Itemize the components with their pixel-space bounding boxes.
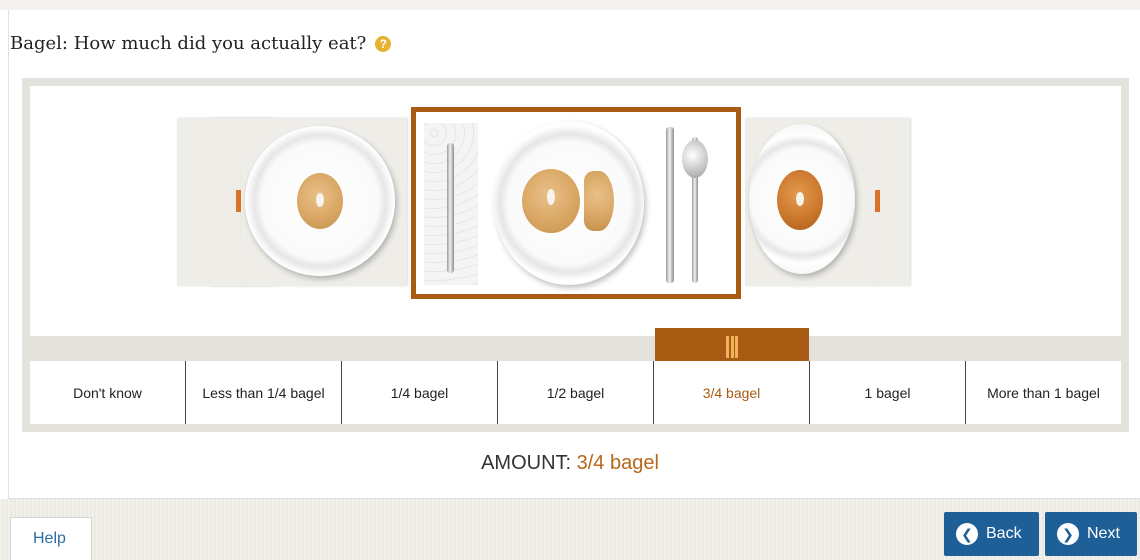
- napkin-image: [424, 123, 478, 285]
- top-strip: [0, 0, 1140, 10]
- option-more-than-one[interactable]: More than 1 bagel: [966, 361, 1121, 424]
- back-button[interactable]: ❮ Back: [944, 512, 1039, 556]
- option-quarter[interactable]: 1/4 bagel: [342, 361, 498, 424]
- back-label: Back: [986, 525, 1022, 542]
- amount-display: AMOUNT: 3/4 bagel: [0, 452, 1140, 475]
- bagel-image: [297, 173, 343, 229]
- option-dont-know[interactable]: Don't know: [30, 361, 186, 424]
- arrow-left-circle-icon: ❮: [956, 523, 978, 545]
- portion-card-next-2[interactable]: [880, 118, 910, 286]
- option-one[interactable]: 1 bagel: [810, 361, 966, 424]
- knife-image: [666, 127, 674, 283]
- plate-image: [245, 126, 395, 276]
- arrow-right-circle-icon: ❯: [1057, 523, 1079, 545]
- portion-card-next-1[interactable]: [745, 118, 880, 286]
- bagel-image: [522, 169, 580, 233]
- option-half[interactable]: 1/2 bagel: [498, 361, 654, 424]
- question-text: How much did you actually eat?: [73, 33, 367, 54]
- grip-icon: [726, 336, 738, 358]
- option-less-than-quarter[interactable]: Less than 1/4 bagel: [186, 361, 342, 424]
- help-tab[interactable]: Help: [10, 517, 92, 560]
- question-circle-icon[interactable]: ?: [375, 35, 392, 52]
- amount-value: 3/4 bagel: [576, 452, 659, 474]
- portion-options: Don't know Less than 1/4 bagel 1/4 bagel…: [30, 361, 1121, 424]
- selected-portion-card[interactable]: [411, 107, 741, 299]
- question-header: Bagel: How much did you actually eat? ?: [10, 33, 392, 54]
- left-marker: [236, 190, 241, 212]
- next-label: Next: [1087, 525, 1120, 542]
- bagel-piece-image: [584, 171, 614, 231]
- option-three-quarters[interactable]: 3/4 bagel: [653, 361, 810, 424]
- portion-card-previous-1[interactable]: [236, 118, 407, 286]
- plate-image: [494, 121, 644, 285]
- question-food: Bagel:: [10, 33, 68, 54]
- bagel-image: [777, 170, 823, 230]
- spoon-head-image: [682, 140, 708, 178]
- plate-image: [749, 124, 855, 274]
- amount-label: AMOUNT:: [481, 452, 572, 474]
- help-label: Help: [33, 530, 66, 547]
- portion-slider-track[interactable]: [30, 336, 1121, 361]
- next-button[interactable]: ❯ Next: [1045, 512, 1137, 556]
- fork-image: [447, 143, 454, 273]
